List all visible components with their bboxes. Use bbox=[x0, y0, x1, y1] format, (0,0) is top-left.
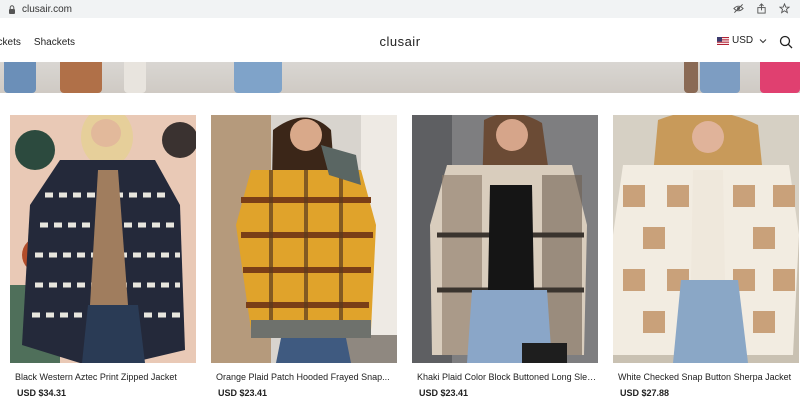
product-image[interactable] bbox=[211, 115, 397, 363]
us-flag-icon bbox=[717, 36, 729, 45]
eye-off-icon[interactable] bbox=[733, 3, 744, 14]
share-icon[interactable] bbox=[756, 3, 767, 14]
browser-address-bar: clusair.com bbox=[0, 0, 800, 18]
nav-item-shackets[interactable]: Shackets bbox=[34, 37, 75, 48]
product-card[interactable]: White Checked Snap Button Sherpa Jacket … bbox=[613, 115, 799, 398]
product-image[interactable] bbox=[10, 115, 196, 363]
product-image[interactable] bbox=[613, 115, 799, 363]
lock-icon bbox=[9, 4, 15, 14]
hero-banner-image[interactable] bbox=[0, 62, 800, 93]
product-price: USD $27.88 bbox=[620, 388, 670, 398]
product-card[interactable]: Khaki Plaid Color Block Buttoned Long Sl… bbox=[412, 115, 598, 398]
product-title[interactable]: Black Western Aztec Print Zipped Jacket bbox=[10, 372, 196, 382]
product-price: USD $23.41 bbox=[218, 388, 268, 398]
star-icon[interactable] bbox=[779, 3, 790, 14]
currency-selector[interactable]: USD bbox=[717, 35, 767, 46]
site-header: ackets Shackets clusair USD bbox=[0, 22, 800, 62]
product-card[interactable]: Black Western Aztec Print Zipped Jacket … bbox=[10, 115, 196, 398]
brand-logo[interactable]: clusair bbox=[0, 34, 800, 49]
product-card[interactable]: Orange Plaid Patch Hooded Frayed Snap...… bbox=[211, 115, 397, 398]
main-nav: ackets Shackets bbox=[0, 22, 75, 62]
product-image[interactable] bbox=[412, 115, 598, 363]
nav-item-jackets[interactable]: ackets bbox=[0, 37, 21, 48]
product-price: USD $23.41 bbox=[419, 388, 469, 398]
currency-label: USD bbox=[732, 35, 754, 46]
product-price: USD $34.31 bbox=[17, 388, 67, 398]
product-title[interactable]: Khaki Plaid Color Block Buttoned Long Sl… bbox=[412, 372, 598, 382]
product-title[interactable]: Orange Plaid Patch Hooded Frayed Snap... bbox=[211, 372, 397, 382]
product-grid: Black Western Aztec Print Zipped Jacket … bbox=[0, 115, 800, 405]
product-title[interactable]: White Checked Snap Button Sherpa Jacket bbox=[613, 372, 799, 382]
url-text[interactable]: clusair.com bbox=[22, 4, 72, 15]
search-icon[interactable] bbox=[779, 35, 793, 49]
chevron-down-icon bbox=[759, 38, 767, 43]
